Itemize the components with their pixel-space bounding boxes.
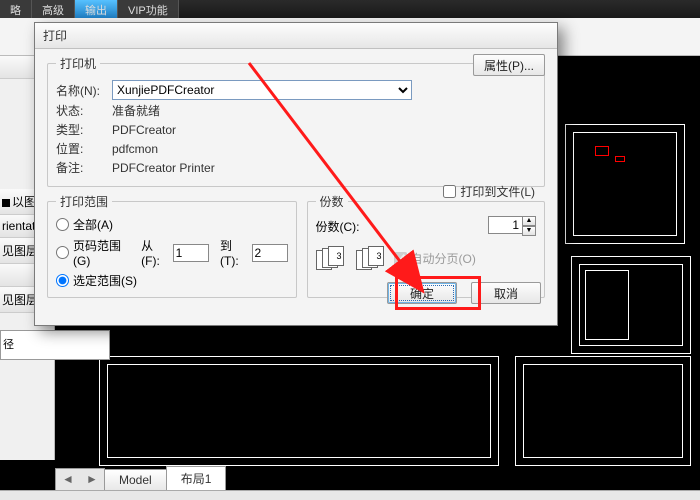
properties-button[interactable]: 属性(P)... [473,54,545,76]
from-input[interactable] [173,244,209,262]
to-input[interactable] [252,244,288,262]
printer-group: 打印机 名称(N): XunjiePDFCreator 状态:准备就绪 类型:P… [47,55,545,187]
copies-input[interactable] [488,216,522,234]
ribbon-tab[interactable]: 输出 [75,0,118,18]
copies-spinner[interactable]: ▲▼ [488,216,536,236]
printer-select[interactable]: XunjiePDFCreator [112,80,412,100]
status-label: 状态: [56,102,112,119]
print-to-file-input[interactable] [443,185,456,198]
ok-button[interactable]: 确定 [387,282,457,304]
cancel-button[interactable]: 取消 [471,282,541,304]
range-pages-radio[interactable]: 页码范围(G) [56,237,130,268]
tab-nav[interactable]: ◄► [55,468,105,490]
spin-down[interactable]: ▼ [522,226,536,236]
comment-value: PDFCreator Printer [112,161,215,175]
tab-layout1[interactable]: 布局1 [166,466,227,490]
range-selection-radio[interactable]: 选定范围(S) [56,272,288,289]
range-legend: 打印范围 [56,193,112,210]
print-to-file-checkbox[interactable]: 打印到文件(L) [443,183,535,200]
ribbon-tab[interactable]: 略 [0,0,32,18]
spin-up[interactable]: ▲ [522,216,536,226]
type-value: PDFCreator [112,123,176,137]
dialog-titlebar[interactable]: 打印 [35,23,557,49]
layout-tabs: ◄► Model 布局1 [55,468,225,490]
copies-legend: 份数 [316,193,348,210]
collate-checkbox: 自动分页(O) [394,250,476,267]
range-all-radio[interactable]: 全部(A) [56,216,288,233]
name-label: 名称(N): [56,82,112,99]
tab-model[interactable]: Model [104,469,167,490]
to-label: 到(T): [220,237,248,268]
ribbon: 略 高级 输出 VIP功能 [0,0,700,18]
path-info: 径 [0,330,110,360]
ribbon-tab[interactable]: 高级 [32,0,75,18]
dialog-title: 打印 [43,27,67,44]
type-label: 类型: [56,121,112,138]
collate-icons: 123 123 [316,246,386,272]
status-strip [0,490,700,500]
status-value: 准备就绪 [112,102,160,119]
collate-input [394,252,407,265]
copies-label: 份数(C): [316,218,376,235]
where-label: 位置: [56,140,112,157]
range-group: 打印范围 全部(A) 页码范围(G) 从(F): 到(T): 选定范围(S) [47,193,297,298]
print-dialog: 打印 属性(P)... 打印机 名称(N): XunjiePDFCreator … [34,22,558,326]
comment-label: 备注: [56,159,112,176]
ribbon-tab[interactable]: VIP功能 [118,0,179,18]
from-label: 从(F): [141,237,169,268]
where-value: pdfcmon [112,142,158,156]
printer-legend: 打印机 [56,55,100,72]
